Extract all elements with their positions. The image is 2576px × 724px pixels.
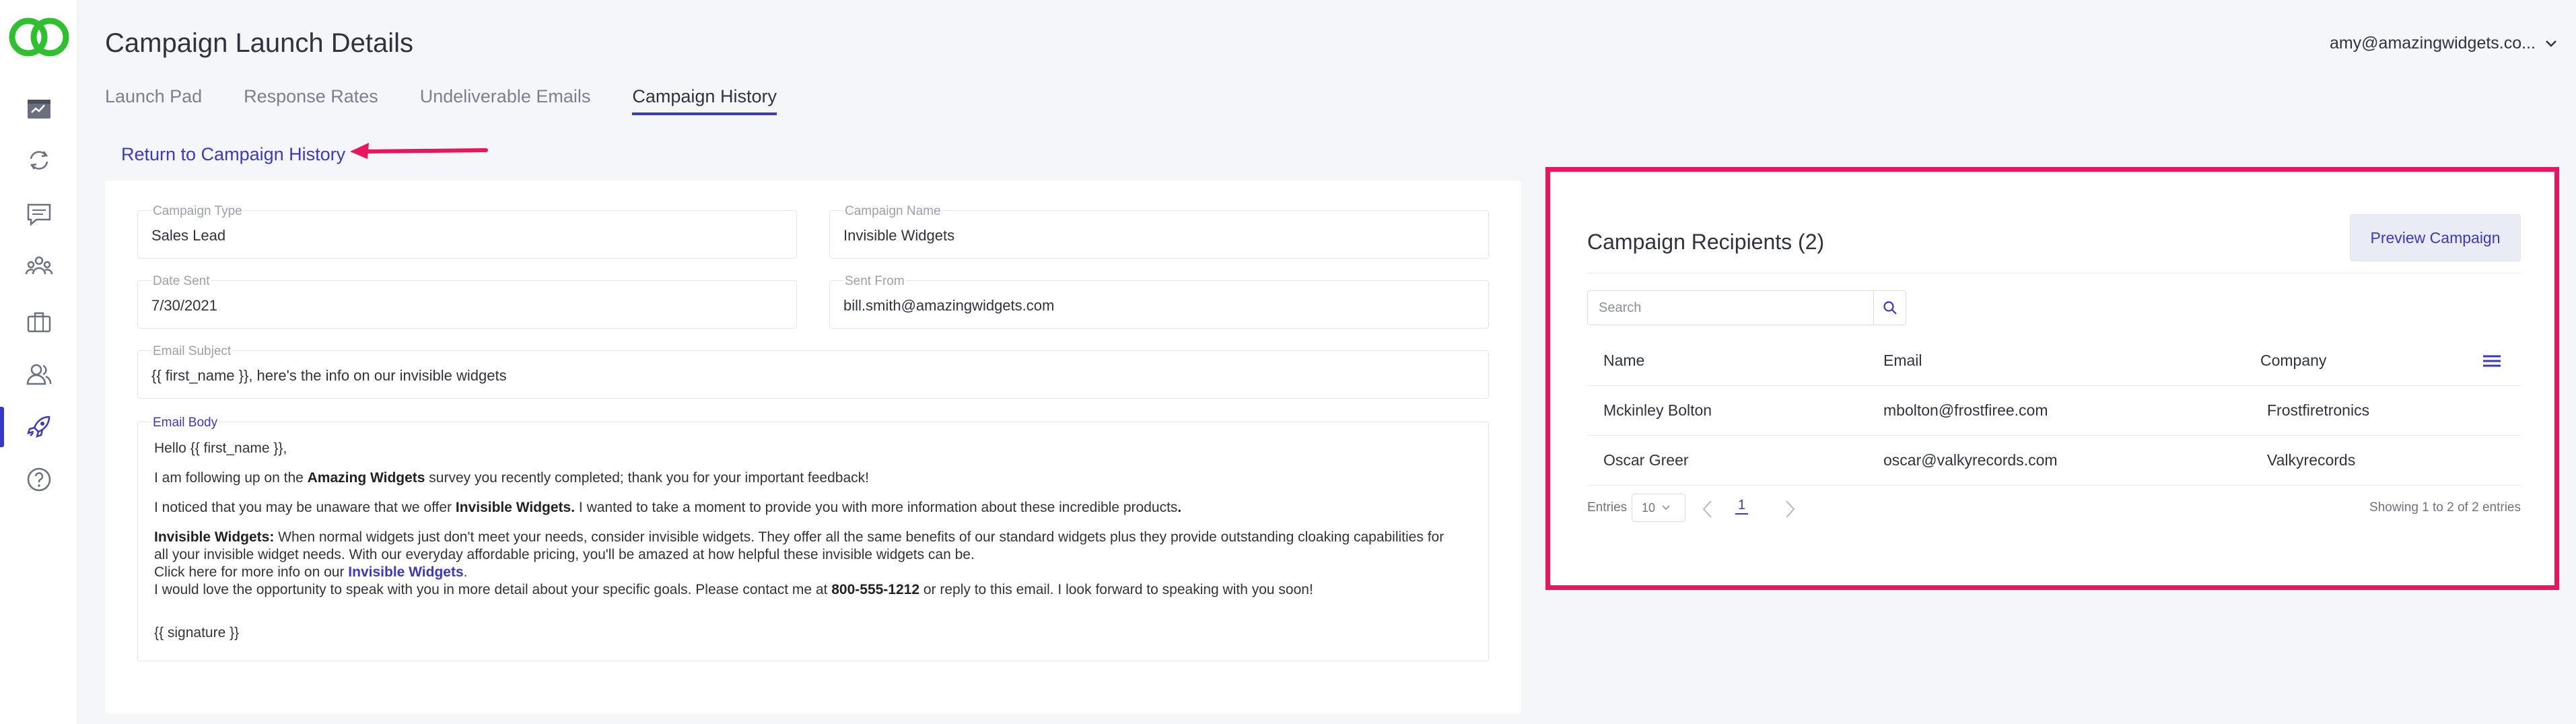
nav-campaigns-rocket-icon[interactable]: [0, 401, 78, 453]
nav-messages-icon[interactable]: [0, 189, 78, 240]
tab-campaign-history[interactable]: Campaign History: [632, 86, 777, 115]
return-to-campaign-history-link[interactable]: Return to Campaign History: [121, 144, 345, 165]
recipients-title: Campaign Recipients (2): [1587, 230, 1825, 254]
sent-from-field[interactable]: Sent From bill.smith@amazingwidgets.com: [829, 274, 1489, 329]
tab-launch-pad[interactable]: Launch Pad: [105, 86, 202, 115]
recipient-name: Mckinley Bolton: [1603, 401, 1712, 419]
pagination: Entries 10 1 Showing 1 to 2 of 2 entries: [1587, 494, 2521, 525]
tab-response-rates[interactable]: Response Rates: [244, 86, 378, 115]
search-input[interactable]: [1588, 291, 1873, 325]
recipients-table: Name Email Company Mckinley Bolton mbolt…: [1587, 336, 2521, 486]
email-body-field[interactable]: Email Body Hello {{ first_name }}, I am …: [137, 416, 1489, 661]
campaign-type-value: Sales Lead: [151, 227, 226, 244]
campaign-details-card: Campaign Type Sales Lead Campaign Name I…: [105, 180, 1521, 714]
nav-dashboard-icon[interactable]: [0, 84, 78, 135]
nav-groups-icon[interactable]: [0, 241, 78, 292]
email-subject-label: Email Subject: [151, 344, 233, 359]
sent-from-label: Sent From: [843, 274, 906, 289]
table-row[interactable]: Oscar Greer oscar@valkyrecords.com Valky…: [1587, 436, 2521, 486]
date-sent-label: Date Sent: [151, 274, 211, 289]
recipient-company: Valkyrecords: [2267, 451, 2356, 469]
table-row[interactable]: Mckinley Bolton mbolton@frostfiree.com F…: [1587, 386, 2521, 436]
page-title: Campaign Launch Details: [105, 28, 414, 58]
campaign-name-value: Invisible Widgets: [843, 227, 955, 244]
date-sent-field[interactable]: Date Sent 7/30/2021: [137, 274, 797, 329]
email-subject-value: {{ first_name }}, here's the info on our…: [151, 367, 507, 384]
entries-select[interactable]: 10: [1632, 494, 1685, 522]
tab-bar: Launch Pad Response Rates Undeliverable …: [105, 86, 777, 115]
nav-briefcase-icon[interactable]: [0, 296, 78, 348]
tab-undeliverable-emails[interactable]: Undeliverable Emails: [420, 86, 591, 115]
campaign-recipients-panel: Campaign Recipients (2) Preview Campaign…: [1545, 167, 2559, 590]
page-number-button[interactable]: 1: [1735, 498, 1749, 515]
nav-contacts-icon[interactable]: [0, 349, 78, 400]
body-paragraph-1: I am following up on the Amazing Widgets…: [154, 470, 869, 486]
body-signature: {{ signature }}: [154, 625, 240, 640]
user-menu[interactable]: amy@amazingwidgets.co...: [2330, 34, 2557, 53]
recipient-name: Oscar Greer: [1603, 451, 1689, 469]
campaign-name-label: Campaign Name: [843, 204, 942, 219]
campaign-name-field[interactable]: Campaign Name Invisible Widgets: [829, 204, 1489, 259]
user-email: amy@amazingwidgets.co...: [2329, 34, 2536, 53]
recipient-email: mbolton@frostfiree.com: [1883, 401, 2048, 419]
column-header-email[interactable]: Email: [1883, 336, 1922, 385]
chevron-down-icon: [2546, 40, 2556, 47]
email-body-label: Email Body: [151, 416, 219, 430]
body-paragraph-2: I noticed that you may be unaware that w…: [154, 500, 1182, 515]
table-header: Name Email Company: [1587, 336, 2521, 386]
email-subject-field[interactable]: Email Subject {{ first_name }}, here's t…: [137, 344, 1489, 399]
campaign-type-field[interactable]: Campaign Type Sales Lead: [137, 204, 797, 259]
email-body-content: Hello {{ first_name }}, I am following u…: [154, 440, 1448, 654]
campaign-type-label: Campaign Type: [151, 204, 244, 219]
chevron-down-icon: [1662, 505, 1670, 511]
column-menu-icon[interactable]: [2482, 336, 2502, 385]
invisible-widgets-link[interactable]: Invisible Widgets: [348, 564, 463, 580]
nav-sync-icon[interactable]: [0, 135, 78, 186]
sent-from-value: bill.smith@amazingwidgets.com: [843, 297, 1055, 314]
body-paragraph-5: I would love the opportunity to speak wi…: [154, 582, 1313, 597]
column-header-name[interactable]: Name: [1603, 336, 1644, 385]
entries-value: 10: [1642, 500, 1656, 515]
body-paragraph-4: Click here for more info on our Invisibl…: [154, 564, 468, 580]
recipient-email: oscar@valkyrecords.com: [1883, 451, 2058, 469]
app-logo[interactable]: [7, 15, 71, 59]
date-sent-value: 7/30/2021: [151, 297, 217, 314]
next-page-icon[interactable]: [1782, 499, 1797, 519]
column-header-company[interactable]: Company: [2260, 336, 2326, 385]
showing-entries-text: Showing 1 to 2 of 2 entries: [2369, 500, 2521, 515]
annotation-arrow-icon: [350, 143, 488, 159]
recipients-search: [1587, 290, 1906, 325]
recipient-company: Frostfiretronics: [2267, 401, 2370, 419]
nav-help-icon[interactable]: [0, 454, 78, 505]
body-paragraph-3: Invisible Widgets: When normal widgets j…: [154, 529, 1444, 562]
previous-page-icon[interactable]: [1700, 499, 1715, 519]
sidebar: [0, 0, 78, 724]
search-icon[interactable]: [1873, 291, 1906, 325]
preview-campaign-button[interactable]: Preview Campaign: [2350, 214, 2521, 261]
body-greeting: Hello {{ first_name }},: [154, 440, 287, 456]
entries-label: Entries: [1587, 500, 1628, 515]
